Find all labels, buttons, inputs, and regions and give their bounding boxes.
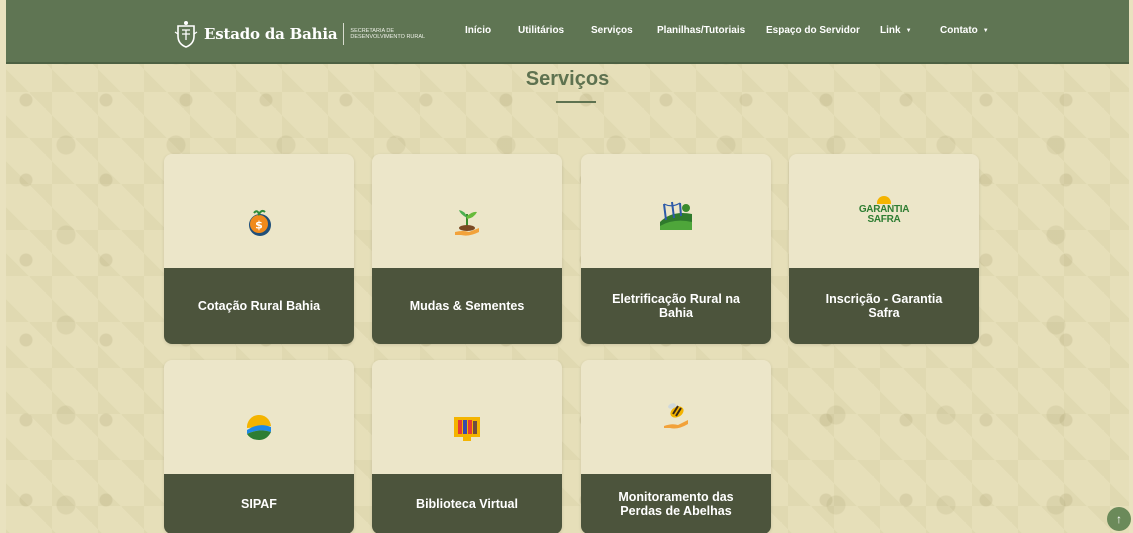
nav-item-label: Link — [880, 25, 901, 36]
caret-down-icon: ▼ — [982, 27, 989, 34]
service-card-perdas-abelhas[interactable]: Monitoramento das Perdas de Abelhas — [581, 360, 771, 533]
garantia-safra-logo: GARANTIA SAFRA — [849, 196, 919, 225]
main-nav: Início Utilitários Serviços Planilhas/Tu… — [6, 0, 1129, 64]
service-card-garantia-safra[interactable]: GARANTIA SAFRA Inscrição - Garantia Safr… — [789, 154, 979, 344]
card-image-area — [372, 360, 562, 474]
arrow-up-icon: ↑ — [1116, 512, 1122, 526]
bee-hand-icon — [664, 403, 688, 429]
library-books-icon — [454, 417, 480, 441]
nav-item-label: Serviços — [591, 25, 633, 36]
card-image-area: GARANTIA SAFRA — [789, 154, 979, 268]
sipaf-logo-icon — [246, 414, 271, 440]
card-label: SIPAF — [241, 497, 277, 511]
caret-down-icon: ▼ — [905, 27, 912, 34]
nav-item-label: Início — [465, 25, 492, 36]
scroll-to-top-button[interactable]: ↑ — [1107, 507, 1131, 531]
card-label: Cotação Rural Bahia — [197, 299, 321, 313]
card-label-area: Eletrificação Rural na Bahia — [581, 268, 771, 344]
card-label-area: Mudas & Sementes — [372, 268, 562, 344]
card-image-area — [164, 360, 354, 474]
service-card-cotacao-rural[interactable]: $ Cotação Rural Bahia — [164, 154, 354, 344]
card-image-area — [372, 154, 562, 268]
card-label: Inscrição - Garantia Safra — [825, 292, 943, 320]
card-label-area: Monitoramento das Perdas de Abelhas — [581, 474, 771, 533]
card-image-area — [581, 154, 771, 268]
card-label: Eletrificação Rural na Bahia — [612, 292, 740, 320]
logo-text: GARANTIA SAFRA — [858, 204, 910, 225]
card-image-area — [581, 360, 771, 474]
section-title: Serviços — [525, 68, 610, 90]
nav-item-label: Espaço do Servidor — [766, 25, 860, 36]
nav-item-utilitarios[interactable]: Utilitários — [518, 25, 564, 36]
card-label-area: SIPAF — [164, 474, 354, 533]
money-bag-icon: $ — [249, 209, 271, 236]
nav-item-servicos[interactable]: Serviços — [591, 25, 633, 36]
card-image-area: $ — [164, 154, 354, 268]
nav-item-label: Planilhas/Tutoriais — [657, 25, 746, 36]
seedling-hand-icon — [455, 210, 479, 236]
top-navbar: Estado da Bahia SECRETARIA DE DESENVOLVI… — [6, 0, 1129, 64]
nav-item-label: Utilitários — [518, 25, 565, 36]
rural-power-icon — [660, 201, 692, 230]
service-card-eletrificacao-rural[interactable]: Eletrificação Rural na Bahia — [581, 154, 771, 344]
nav-item-espaco-do-servidor[interactable]: Espaço do Servidor — [766, 25, 860, 36]
nav-item-planilhas-tutoriais[interactable]: Planilhas/Tutoriais — [657, 25, 745, 36]
card-label: Mudas & Sementes — [409, 299, 525, 313]
nav-item-label: Contato — [940, 25, 978, 36]
title-underline — [556, 101, 596, 103]
nav-item-contato[interactable]: Contato ▼ — [940, 25, 989, 36]
card-label-area: Cotação Rural Bahia — [164, 268, 354, 344]
nav-item-inicio[interactable]: Início — [465, 25, 491, 36]
page-background: Estado da Bahia SECRETARIA DE DESENVOLVI… — [6, 0, 1129, 533]
nav-item-link[interactable]: Link ▼ — [880, 25, 912, 36]
card-label-area: Biblioteca Virtual — [372, 474, 562, 533]
card-label: Biblioteca Virtual — [416, 497, 518, 511]
card-label-area: Inscrição - Garantia Safra — [789, 268, 979, 344]
service-card-biblioteca-virtual[interactable]: Biblioteca Virtual — [372, 360, 562, 533]
service-card-sipaf[interactable]: SIPAF — [164, 360, 354, 533]
service-card-mudas-sementes[interactable]: Mudas & Sementes — [372, 154, 562, 344]
svg-text:$: $ — [255, 219, 263, 232]
card-label: Monitoramento das Perdas de Abelhas — [618, 490, 734, 518]
